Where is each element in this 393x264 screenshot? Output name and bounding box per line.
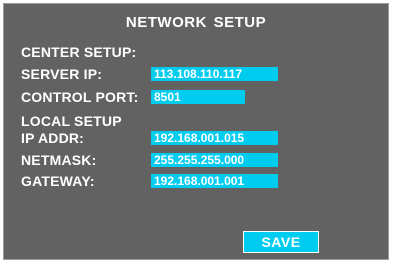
network-setup-panel: NETWORK SETUP CENTER SETUP: SERVER IP: 1… [3, 3, 389, 260]
server-ip-label: SERVER IP: [21, 66, 103, 82]
page-title: NETWORK SETUP [125, 14, 267, 31]
netmask-label: NETMASK: [21, 152, 97, 168]
local-setup-heading: LOCAL SETUP [21, 113, 122, 129]
control-port-field[interactable]: 8501 [151, 90, 245, 104]
gateway-field[interactable]: 192.168.001.001 [151, 174, 278, 188]
gateway-label: GATEWAY: [21, 173, 95, 189]
ip-addr-label: IP ADDR: [21, 130, 85, 146]
server-ip-field[interactable]: 113.108.110.117 [151, 67, 278, 81]
save-button[interactable]: SAVE [243, 231, 319, 253]
control-port-label: CONTROL PORT: [21, 89, 139, 105]
netmask-field[interactable]: 255.255.255.000 [151, 153, 278, 167]
center-setup-heading: CENTER SETUP: [21, 44, 137, 60]
ip-addr-field[interactable]: 192.168.001.015 [151, 131, 278, 145]
